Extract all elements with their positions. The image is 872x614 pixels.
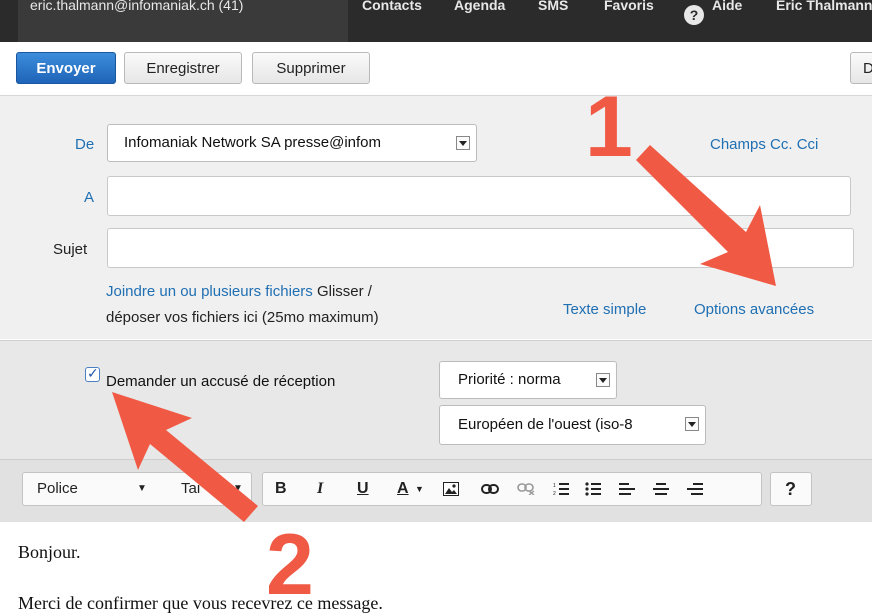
annotation-marker-1: 1 bbox=[585, 79, 633, 175]
annotation-arrows bbox=[112, 145, 776, 522]
arrow-1-icon bbox=[636, 145, 776, 286]
annotation-marker-2: 2 bbox=[266, 517, 314, 613]
arrow-2-icon bbox=[112, 392, 258, 522]
